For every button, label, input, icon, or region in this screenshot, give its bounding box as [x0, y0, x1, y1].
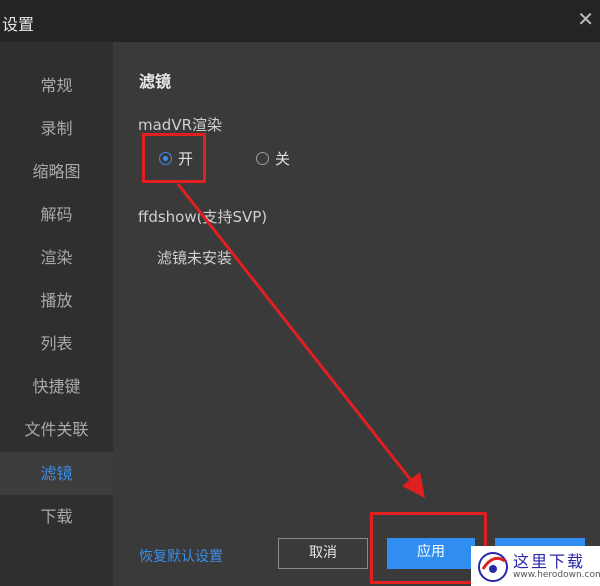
radio-label: 关	[275, 150, 291, 168]
section-title: 滤镜	[139, 72, 172, 91]
close-icon[interactable]: ✕	[577, 9, 594, 29]
annotation-box-on-option	[142, 133, 206, 183]
sidebar-item-decode[interactable]: 解码	[0, 193, 113, 236]
ffdshow-status: 滤镜未安装	[157, 249, 233, 267]
sidebar-item-render[interactable]: 渲染	[0, 236, 113, 279]
window-title: 设置	[2, 15, 35, 34]
sidebar-item-thumbnail[interactable]: 缩略图	[0, 150, 113, 193]
sidebar-item-playlist[interactable]: 列表	[0, 322, 113, 365]
madvr-label: madVR渲染	[138, 116, 223, 134]
sidebar-item-file-association[interactable]: 文件关联	[0, 408, 113, 451]
watermark-logo: 这里下载 www.herodown.com	[471, 546, 600, 586]
ffdshow-label: ffdshow(支持SVP)	[138, 208, 268, 226]
sidebar-item-playback[interactable]: 播放	[0, 279, 113, 322]
settings-panel: 滤镜 madVR渲染 开 关 ffdshow(支持SVP) 滤镜未安装 恢复默认…	[113, 42, 600, 586]
sidebar-item-record[interactable]: 录制	[0, 107, 113, 150]
sidebar-item-download[interactable]: 下载	[0, 495, 113, 538]
madvr-off-radio[interactable]: 关	[256, 148, 290, 169]
cancel-button[interactable]: 取消	[278, 538, 368, 569]
sidebar-item-hotkeys[interactable]: 快捷键	[0, 365, 113, 408]
title-bar: 设置 ✕	[0, 0, 600, 42]
restore-defaults-link[interactable]: 恢复默认设置	[139, 546, 223, 566]
watermark-url: www.herodown.com	[513, 570, 600, 580]
watermark-title: 这里下载	[513, 552, 586, 571]
annotation-box-apply	[370, 512, 487, 584]
radio-unchecked-icon	[256, 152, 269, 165]
sidebar-item-general[interactable]: 常规	[0, 64, 113, 107]
sidebar-item-filters[interactable]: 滤镜	[0, 452, 113, 495]
sidebar: 常规 录制 缩略图 解码 渲染 播放 列表 快捷键 文件关联 滤镜 下载	[0, 42, 113, 586]
logo-icon	[478, 552, 508, 582]
